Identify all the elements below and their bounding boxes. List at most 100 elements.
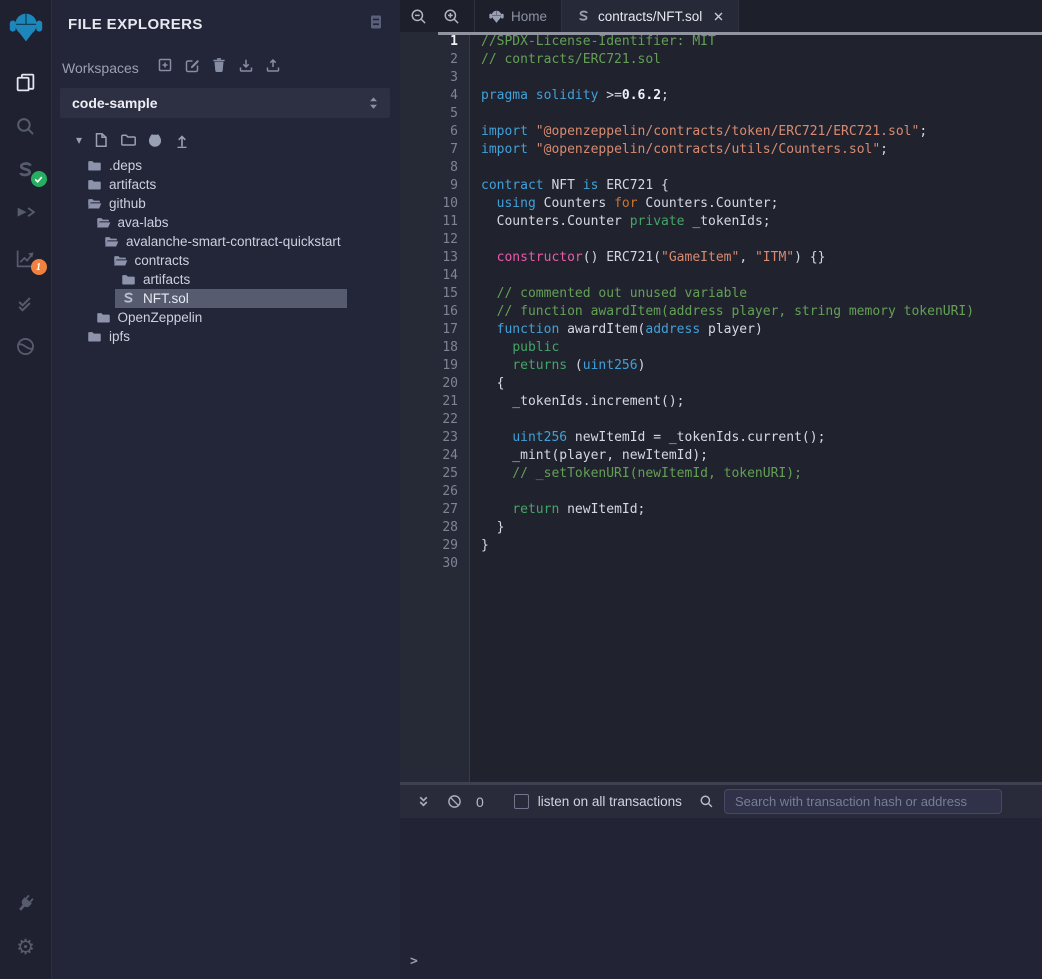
zoom-in-icon[interactable] [443,8,460,25]
line-content: // function awardItem(address player, st… [470,303,974,321]
new-file-icon[interactable] [93,132,109,148]
tree-item-ava-labs[interactable]: ava-labs [52,213,400,232]
tree-item-label: artifacts [143,272,190,287]
code-line: 16 // function awardItem(address player,… [400,303,1042,321]
tree-item-artifacts[interactable]: artifacts [52,175,400,194]
code-line: 8 [400,159,1042,177]
tree-item-ipfs[interactable]: ipfs [52,327,400,346]
workspace-select[interactable]: code-sample [60,88,390,118]
solidity-compiler-icon[interactable] [0,148,52,192]
line-number: 9 [400,177,470,195]
transaction-count: 0 [476,794,484,810]
folder-closed-icon [96,310,111,325]
code-line: 2// contracts/ERC721.sol [400,51,1042,69]
line-number: 18 [400,339,470,357]
tree-item-label: contracts [135,253,190,268]
line-number: 20 [400,375,470,393]
tab-contracts-nft-sol[interactable]: contracts/NFT.sol [562,0,739,32]
line-number: 17 [400,321,470,339]
line-number: 27 [400,501,470,519]
terminal: 0 listen on all transactions > [400,782,1042,979]
restore-workspaces-icon[interactable] [265,57,281,78]
tree-item-avalanche-smart-contract-quickstart[interactable]: avalanche-smart-contract-quickstart [52,232,400,251]
file-explorer-icon[interactable] [0,60,52,104]
success-badge [31,171,47,187]
code-line: 17 function awardItem(address player) [400,321,1042,339]
tree-item-artifacts[interactable]: artifacts [52,270,400,289]
unit-testing-icon[interactable] [0,280,52,324]
code-line: 4pragma solidity >=0.6.2; [400,87,1042,105]
analytics-icon[interactable]: 1 [0,236,52,280]
tab-home[interactable]: Home [474,0,562,32]
tree-item-nft-sol[interactable]: NFT.sol [52,289,400,308]
download-workspaces-icon[interactable] [238,57,254,78]
search-icon[interactable] [0,104,52,148]
tree-item--deps[interactable]: .deps [52,156,400,175]
line-number: 12 [400,231,470,249]
caret-down-icon[interactable]: ▾ [76,133,82,147]
delete-workspace-icon[interactable] [211,57,227,78]
line-content: // commented out unused variable [470,285,747,303]
line-content: pragma solidity >=0.6.2; [470,87,669,105]
tree-row-content: ava-labs [90,213,175,232]
tree-item-label: artifacts [109,177,156,192]
clear-console-icon[interactable] [447,794,462,809]
tree-item-github[interactable]: github [52,194,400,213]
book-icon[interactable] [368,14,384,35]
line-number: 2 [400,51,470,69]
chevrons-down-icon[interactable] [416,794,431,809]
line-content: return newItemId; [470,501,645,519]
code-line: 21 _tokenIds.increment(); [400,393,1042,411]
code-editor[interactable]: 1//SPDX-License-Identifier: MIT2// contr… [400,32,1042,782]
deploy-run-icon[interactable] [0,192,52,236]
code-line: 15 // commented out unused variable [400,285,1042,303]
listen-transactions-checkbox[interactable] [514,794,529,809]
tree-item-openzeppelin[interactable]: OpenZeppelin [52,308,400,327]
tree-item-contracts[interactable]: contracts [52,251,400,270]
plugin-manager-icon[interactable] [0,881,52,925]
line-content: //SPDX-License-Identifier: MIT [470,33,716,51]
upload-file-icon[interactable] [174,132,190,148]
line-number: 7 [400,141,470,159]
github-icon[interactable] [147,132,163,148]
line-number: 1 [400,33,470,51]
select-arrows-icon [369,96,378,110]
line-content: contract NFT is ERC721 { [470,177,669,195]
create-workspace-icon[interactable] [157,57,173,78]
solidity-file-icon [576,9,591,24]
line-number: 30 [400,555,470,573]
code-line: 11 Counters.Counter private _tokenIds; [400,213,1042,231]
code-line: 9contract NFT is ERC721 { [400,177,1042,195]
line-number: 21 [400,393,470,411]
code-line: 7import "@openzeppelin/contracts/utils/C… [400,141,1042,159]
new-folder-icon[interactable] [120,132,136,148]
code-line: 30 [400,555,1042,573]
line-content: { [470,375,504,393]
tree-item-label: .deps [109,158,142,173]
terminal-prompt: > [410,954,418,969]
listen-transactions-label[interactable]: listen on all transactions [538,794,682,809]
file-explorer-panel: FILE EXPLORERS Workspaces code-sample ▾ … [52,0,400,979]
terminal-toolbar: 0 listen on all transactions [400,785,1042,818]
code-line: 3 [400,69,1042,87]
remix-logo [0,0,52,54]
line-content: } [470,537,489,555]
line-number: 14 [400,267,470,285]
terminal-console[interactable]: > [400,818,1042,979]
line-content [470,267,481,285]
tree-row-content: NFT.sol [115,289,347,308]
folder-closed-icon [87,177,102,192]
zoom-out-icon[interactable] [410,8,427,25]
settings-icon[interactable]: ⚙ [0,925,52,969]
close-icon[interactable] [713,11,724,22]
panel-title: FILE EXPLORERS [68,16,203,33]
tree-row-content: ipfs [81,327,136,346]
debugger-icon[interactable] [0,324,52,368]
code-line: 22 [400,411,1042,429]
line-content: // contracts/ERC721.sol [470,51,661,69]
line-content [470,105,481,123]
folder-closed-icon [121,272,136,287]
tree-item-label: avalanche-smart-contract-quickstart [126,234,341,249]
transaction-search-input[interactable] [724,789,1002,814]
rename-workspace-icon[interactable] [184,57,200,78]
